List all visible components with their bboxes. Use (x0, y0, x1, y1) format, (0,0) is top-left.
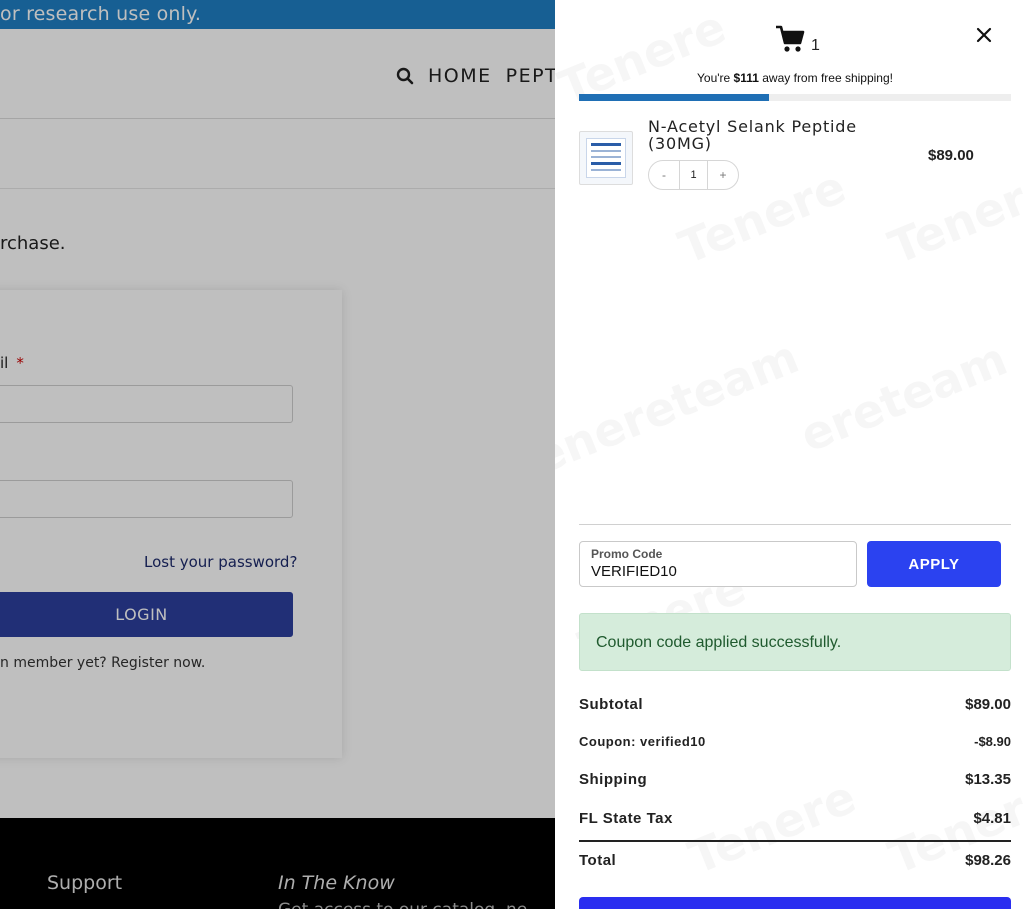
shipping-amount: $111 (733, 71, 759, 85)
coupon-row: Coupon: verified10 -$8.90 (579, 734, 1011, 749)
coupon-success-message: Coupon code applied successfully. (596, 634, 842, 651)
subtotal-value: $89.00 (965, 696, 1011, 713)
shipping-progress-bar (579, 94, 1011, 101)
total-row: Total $98.26 (579, 852, 1011, 869)
shipping-label: Shipping (579, 771, 648, 788)
cart-icon (775, 24, 805, 59)
cart-drawer: Tenere Tenere Tenere enereteam ereteam T… (555, 0, 1025, 909)
shipping-progress-fill (579, 94, 770, 101)
checkout-button[interactable] (579, 897, 1011, 909)
increase-quantity-button[interactable]: + (708, 161, 738, 189)
product-thumbnail[interactable] (579, 131, 633, 185)
tax-value: $4.81 (973, 810, 1011, 827)
subtotal-row: Subtotal $89.00 (579, 696, 1011, 713)
item-price: $89.00 (928, 147, 974, 164)
cart-header: 1 (775, 24, 820, 59)
shipping-suffix: away from free shipping! (758, 71, 893, 85)
tax-label: FL State Tax (579, 810, 673, 827)
cart-item: N-Acetyl Selank Peptide (30MG) - 1 + $89… (579, 118, 1011, 198)
promo-code-input[interactable]: VERIFIED10 (591, 563, 677, 580)
close-icon (976, 27, 992, 43)
total-divider (579, 840, 1011, 842)
shipping-value: $13.35 (965, 771, 1011, 788)
quantity-stepper: - 1 + (648, 160, 739, 190)
coupon-success-alert: Coupon code applied successfully. (579, 613, 1011, 671)
shipping-row: Shipping $13.35 (579, 771, 1011, 788)
close-cart-button[interactable] (973, 24, 995, 46)
cart-count: 1 (811, 36, 820, 54)
promo-code-label: Promo Code (591, 547, 663, 561)
promo-code-field[interactable]: Promo Code VERIFIED10 (579, 541, 857, 587)
apply-promo-button[interactable]: APPLY (867, 541, 1001, 587)
total-value: $98.26 (965, 852, 1011, 869)
decrease-quantity-button[interactable]: - (649, 161, 679, 189)
coupon-label: Coupon: verified10 (579, 734, 706, 749)
tax-row: FL State Tax $4.81 (579, 810, 1011, 827)
quantity-value[interactable]: 1 (679, 161, 708, 189)
coupon-value: -$8.90 (974, 734, 1011, 749)
free-shipping-message: You're $111 away from free shipping! (579, 71, 1011, 85)
divider (579, 524, 1011, 525)
total-label: Total (579, 852, 617, 869)
watermark: ereteam (793, 331, 1015, 462)
shipping-prefix: You're (697, 71, 734, 85)
watermark: enereteam (555, 329, 806, 484)
product-title[interactable]: N-Acetyl Selank Peptide (30MG) (648, 118, 868, 152)
subtotal-label: Subtotal (579, 696, 643, 713)
